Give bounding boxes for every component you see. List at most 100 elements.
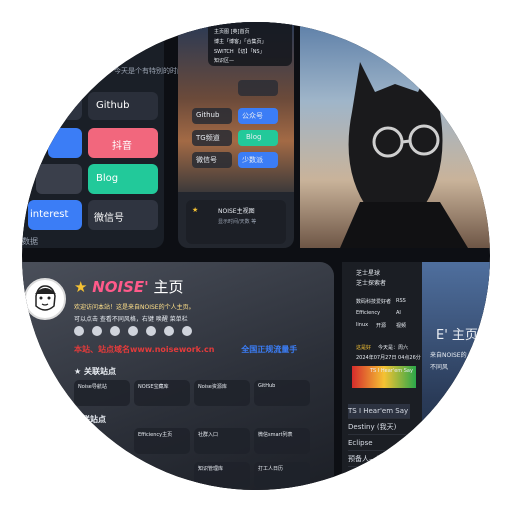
tile-douyin-label: 抖音 [112, 141, 132, 152]
track-title: Destiny (我天) [348, 423, 397, 431]
masked-figure-icon [340, 62, 468, 248]
tile-blog-label: Blog [96, 173, 119, 184]
tile-wechat-label: 微信号 [94, 213, 124, 224]
rss-icon[interactable] [92, 326, 102, 336]
link-wechat[interactable]: 微信号 [192, 152, 232, 168]
sidebar-top-2[interactable]: 芝士探索者 [356, 278, 386, 287]
tag-5[interactable]: linux [356, 322, 368, 328]
tag-2[interactable]: RSS [396, 298, 406, 304]
brand-partial: E' 主页 [436, 328, 478, 343]
dropdown-menu: 主页图 [英]首页 博主「博客」「合集页」 SWITCH 【切】「NS」 知识区… [208, 22, 292, 66]
site-card-label: Noise资源库 [198, 384, 227, 390]
tile-partial[interactable] [62, 92, 82, 120]
link-shao-label: 少数派 [242, 156, 263, 164]
avatar-face-icon [35, 285, 56, 311]
tile-gray[interactable] [36, 164, 82, 194]
title-home: 主页 [153, 278, 184, 296]
link-shao[interactable]: 少数派 [238, 152, 278, 168]
site-card-label: GitHub [258, 383, 276, 389]
profile-card-sub: 显示时间/天数 等 [218, 219, 257, 225]
tile-blue[interactable] [48, 128, 82, 158]
wechat-icon[interactable] [128, 326, 138, 336]
marquee-extra: 全国正规流量手 [241, 345, 298, 354]
playlist-track[interactable]: TS I Hear'em Say [348, 404, 410, 419]
title-brand: NOISE' [92, 278, 149, 296]
title-star-icon: ★ [74, 278, 88, 296]
site-card-label: 社群入口 [198, 432, 219, 438]
noise-partial-2: 不同风 [430, 364, 449, 371]
screenshot-collage: 今天是个有特别的时间。 Github 抖音 Blog interest 微信号 … [22, 22, 490, 490]
tag-7[interactable]: 视频 [396, 322, 406, 329]
hint-text: 可以点击 查看不同风格，右键 唤醒 菜单栏 [74, 316, 188, 323]
site-card[interactable]: 知识管理库 [194, 462, 250, 488]
profile-card-title: NOISE主视图 [218, 208, 255, 215]
homepage-panel: ★ NOISE' 主页 欢迎访问本站！这是来自NOISE的个人主页。 可以点击 … [22, 262, 334, 490]
blog-icon[interactable] [146, 326, 156, 336]
marquee-text: 本站、站点域名www.noisework.cn [74, 345, 215, 354]
playlist-track[interactable]: Eclipse [348, 436, 410, 451]
section-title-related-2: 关联站点 [74, 415, 106, 424]
tag-1[interactable]: 数码科技爱好者 [356, 298, 391, 305]
avatar[interactable] [24, 278, 66, 320]
link-github-label: Github [196, 111, 220, 119]
tile-github[interactable]: Github [88, 92, 158, 120]
data-footer: 数据 [22, 237, 38, 246]
tile-pinterest[interactable]: interest [28, 200, 82, 230]
playlist-track[interactable]: 预备人—晨叮 [348, 452, 410, 467]
date-label: 这是好 [356, 345, 372, 351]
site-card-label: Efficiency主页 [138, 432, 173, 438]
tile-pinterest-label: interest [30, 209, 69, 220]
site-card[interactable]: Noise导航站 [74, 380, 130, 406]
site-card-label: Noise导航站 [78, 384, 107, 390]
sidebar-top-1[interactable]: 芝士星球 [356, 268, 380, 277]
site-card[interactable]: 微信smart列表 [254, 428, 310, 454]
track-title: Eclipse [348, 439, 373, 447]
link-github[interactable]: Github [192, 108, 232, 124]
site-title: ★ NOISE' 主页 [74, 276, 184, 297]
site-card[interactable]: NOISE宝藏库 [134, 380, 190, 406]
tile-github-label: Github [96, 100, 130, 111]
link-pill-top[interactable] [238, 80, 278, 96]
track-title: TS I Hear'em Say [348, 407, 409, 415]
site-card[interactable]: GitHub [254, 380, 310, 406]
menu-item-3[interactable]: SWITCH 【切】「NS」 [214, 48, 265, 55]
theme-preview-panel: 主页图 [英]首页 博主「博客」「合集页」 SWITCH 【切】「NS」 知识区… [178, 22, 294, 248]
menu-item-1[interactable]: 主页图 [英]首页 [214, 28, 250, 35]
menu-item-2[interactable]: 博主「博客」「合集页」 [214, 38, 267, 45]
player-title: TS I Hear'em Say [370, 368, 413, 374]
mail-icon[interactable] [110, 326, 120, 336]
playlist-track[interactable]: Destiny (我天) [348, 420, 410, 435]
menu-item-4[interactable]: 知识区— [214, 57, 234, 64]
link-wechat-label: 微信号 [196, 156, 217, 164]
track-title: 预备人—晨叮 [348, 455, 390, 463]
link-public[interactable]: 公众号 [238, 108, 278, 124]
bilibili-icon[interactable] [182, 326, 192, 336]
tile-blog[interactable]: Blog [88, 164, 158, 194]
link-blog[interactable]: Blog [238, 130, 278, 146]
site-card-label: 打工人日历 [258, 466, 284, 472]
tag-4[interactable]: AI [396, 310, 401, 316]
site-card-label: 知识管理库 [198, 466, 224, 472]
theme-preview-strip: E' 主页 来自NOISE的 不同风 [422, 262, 490, 490]
site-card-label: NOISE宝藏库 [138, 384, 169, 390]
star-icon: ★ [192, 206, 199, 214]
noise-partial: 来自NOISE的 [430, 352, 467, 359]
section-title-related: ★ 关联站点 [74, 367, 116, 376]
tile-wechat[interactable]: 微信号 [88, 200, 158, 230]
link-tg[interactable]: TG频道 [192, 130, 232, 146]
site-card[interactable]: Noise资源库 [194, 380, 250, 406]
character-illustration [300, 22, 490, 248]
tag-6[interactable]: 开源 [376, 322, 386, 329]
welcome-text: 欢迎访问本站！这是来自NOISE的个人主页。 [74, 304, 195, 311]
profile-card: ★ NOISE主视图 显示时间/天数 等 [186, 200, 286, 244]
site-card[interactable]: 社群入口 [194, 428, 250, 454]
sidebar-panel: 芝士星球 芝士探索者 ☰ 数码科技爱好者 RSS Efficiency AI l… [342, 262, 490, 490]
site-card[interactable]: Efficiency主页 [134, 428, 190, 454]
tile-douyin[interactable]: 抖音 [88, 128, 158, 158]
date-value: 2024年07月27日 04点26分 [356, 355, 421, 361]
tag-3[interactable]: Efficiency [356, 310, 380, 316]
github-icon[interactable] [74, 326, 84, 336]
site-card[interactable]: 打工人日历 [254, 462, 310, 488]
marquee-banner: 本站、站点域名www.noisework.cn 全国正规流量手 [74, 344, 297, 355]
telegram-icon[interactable] [164, 326, 174, 336]
